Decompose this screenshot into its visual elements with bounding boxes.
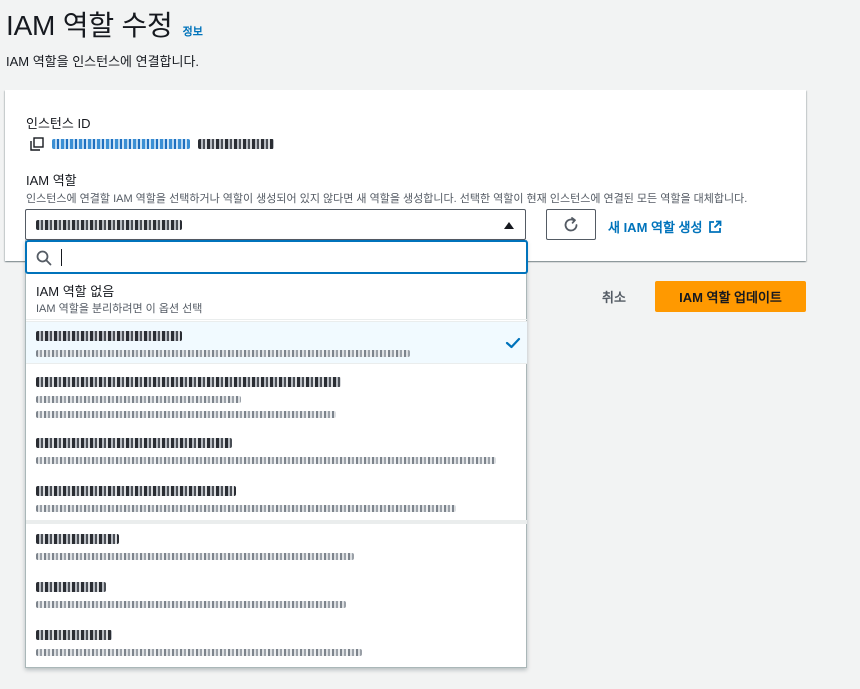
list-item[interactable] [26,480,527,520]
list-item[interactable] [26,432,527,474]
page-description: IAM 역할을 인스턴스에 연결합니다. [6,54,200,69]
info-link[interactable]: 정보 [183,23,203,39]
option-subtitle: IAM 역할을 분리하려면 이 옵션 선택 [36,303,203,315]
caret-up-icon [504,222,514,229]
iam-role-select[interactable] [25,209,526,240]
create-iam-role-label: 새 IAM 역할 생성 [608,220,703,235]
role-search-input[interactable] [26,241,527,273]
option-subtitle [36,396,241,403]
option-title [36,438,232,448]
external-link-icon [709,220,722,233]
option-title [36,331,182,341]
iam-role-label: IAM 역할 [26,173,77,188]
iam-role-help-text: 인스턴스에 연결할 IAM 역할을 선택하거나 역할이 생성되어 있지 않다면 … [26,193,748,205]
page-title: IAM 역할 수정 정보 [6,4,203,44]
option-subtitle [36,411,336,418]
iam-role-dropdown: IAM 역할 없음 IAM 역할을 분리하려면 이 옵션 선택 [25,240,527,668]
page-heading: IAM 역할 수정 [6,10,173,41]
option-title: IAM 역할 없음 [36,284,115,299]
list-item[interactable] [26,624,527,666]
option-title [36,377,341,387]
option-title [36,582,106,592]
update-iam-role-button[interactable]: IAM 역할 업데이트 [655,281,806,312]
cancel-button[interactable]: 취소 [588,287,640,307]
option-subtitle [36,649,362,656]
option-title [36,630,112,640]
option-title [36,534,119,544]
copy-icon[interactable] [30,137,44,151]
refresh-button[interactable] [546,209,596,240]
search-icon [36,250,52,266]
list-item[interactable] [26,576,527,618]
refresh-icon [564,216,578,231]
check-icon [505,337,521,349]
selected-role-value [36,220,182,230]
option-title [36,486,236,496]
option-subtitle [36,505,456,512]
option-subtitle [36,601,346,608]
option-subtitle [36,350,410,357]
create-iam-role-link[interactable]: 새 IAM 역할 생성 [608,217,722,236]
instance-id-link[interactable] [52,139,190,149]
option-subtitle [36,457,496,464]
group-divider [26,520,527,524]
instance-id-label: 인스턴스 ID [26,116,91,131]
text-cursor [61,249,62,266]
instance-name [198,139,274,149]
instance-id-row [30,137,274,151]
list-item[interactable] [26,371,527,427]
option-subtitle [36,553,354,560]
option-no-iam-role[interactable]: IAM 역할 없음 IAM 역할을 분리하려면 이 옵션 선택 [26,276,527,320]
option-selected-role[interactable] [26,321,527,364]
list-item[interactable] [26,528,527,570]
